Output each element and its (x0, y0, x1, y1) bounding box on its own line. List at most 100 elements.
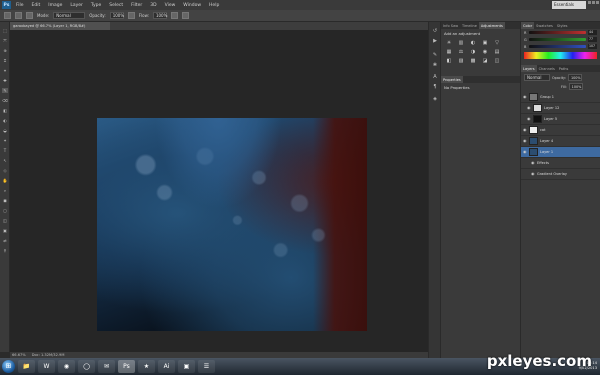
visibility-eye-icon[interactable]: ◉ (531, 161, 535, 165)
actions-icon[interactable]: ▶ (432, 38, 438, 44)
document-tab[interactable]: garoxbayed @ 66.7% (Layer 1, RGB/8#) (10, 22, 110, 30)
hand-tool-icon[interactable]: ✋ (2, 178, 8, 183)
clone-tool-icon[interactable]: ◧ (2, 108, 8, 113)
menu-window[interactable]: Window (183, 3, 201, 8)
blend-mode-select[interactable]: Normal (524, 74, 550, 81)
document-size[interactable]: Doc: 1.32M/32.9M (32, 353, 65, 357)
favorites-taskbar-icon[interactable]: ★ (138, 360, 155, 373)
menu-edit[interactable]: Edit (32, 3, 41, 8)
layer-row[interactable]: ◉ Layer 12 (521, 103, 600, 114)
mode-select[interactable]: Normal (53, 12, 86, 19)
paragraph-icon[interactable]: ¶ (432, 84, 438, 90)
move-tool-icon[interactable]: ⬚ (2, 28, 8, 33)
lasso-tool-icon[interactable]: ⊕ (2, 48, 8, 53)
menu-layer[interactable]: Layer (70, 3, 83, 8)
visibility-eye-icon[interactable]: ◉ (523, 128, 527, 132)
blur-tool-icon[interactable]: ◒ (2, 128, 8, 133)
adjustment-icon[interactable]: ◑ (469, 49, 477, 55)
quick-mask-icon[interactable]: ◫ (2, 218, 8, 223)
adjustment-icon[interactable]: ▨ (457, 58, 465, 64)
airbrush-icon[interactable] (170, 12, 178, 19)
quick-select-tool-icon[interactable]: ⌗ (2, 58, 8, 63)
layer-row[interactable]: ◉ Layer 1 (521, 147, 600, 158)
canvas-area[interactable] (10, 30, 428, 352)
brush-tool-icon[interactable]: ✎ (2, 88, 8, 93)
menu-select[interactable]: Select (109, 3, 123, 8)
history-icon[interactable]: ↺ (432, 28, 438, 34)
shape-tool-icon[interactable]: ◇ (2, 168, 8, 173)
visibility-eye-icon[interactable]: ◉ (523, 139, 527, 143)
tab-properties[interactable]: Properties (441, 76, 463, 83)
layer-row[interactable]: ◉ Gradient Overlay (521, 169, 600, 180)
color-slider-track[interactable] (529, 31, 586, 34)
screen-mode-icon[interactable]: ▣ (2, 228, 8, 233)
character-icon[interactable]: A (432, 74, 438, 80)
menu-type[interactable]: Type (91, 3, 101, 8)
adjustment-icon[interactable]: ◉ (481, 49, 489, 55)
workspace-select[interactable]: Essentials (552, 1, 586, 9)
adjustment-icon[interactable]: ▦ (445, 49, 453, 55)
menu-filter[interactable]: Filter (131, 3, 142, 8)
artwork-canvas[interactable] (97, 118, 367, 331)
tab-color[interactable]: Color (521, 22, 535, 29)
adjustment-icon[interactable]: ◧ (445, 58, 453, 64)
slider-value-field[interactable]: 44 (588, 30, 597, 35)
healing-tool-icon[interactable]: ✦ (2, 138, 8, 143)
media-taskbar-icon[interactable]: ▣ (178, 360, 195, 373)
navigator-icon[interactable]: ◈ (432, 96, 438, 102)
color-spectrum-bar[interactable] (524, 52, 597, 59)
layer-row[interactable]: ◉ cat (521, 125, 600, 136)
fill-field[interactable]: 100% (568, 83, 583, 90)
eraser-tool-icon[interactable]: ⌫ (2, 98, 8, 103)
layer-row[interactable]: ◉ Layer 4 (521, 136, 600, 147)
firefox-taskbar-icon[interactable]: ◯ (78, 360, 95, 373)
brush-panel-icon[interactable]: ✎ (432, 52, 438, 58)
adjustment-icon[interactable]: ▣ (481, 40, 489, 46)
start-button[interactable]: ⊞ (2, 360, 15, 373)
visibility-eye-icon[interactable]: ◉ (523, 150, 527, 154)
slider-value-field[interactable]: 77 (588, 37, 597, 42)
menu-view[interactable]: View (165, 3, 176, 8)
adjustment-icon[interactable]: ☀ (445, 40, 453, 46)
pressure-size-icon[interactable] (181, 12, 189, 19)
close-icon[interactable] (596, 1, 599, 4)
history-brush-icon[interactable]: ⚲ (2, 248, 8, 253)
adjustment-icon[interactable]: ▤ (493, 49, 501, 55)
path-select-tool-icon[interactable]: ↖ (2, 158, 8, 163)
zoom-level[interactable]: 66.67% (12, 353, 26, 357)
tab-timeline[interactable]: Timeline (460, 22, 479, 29)
adjustment-icon[interactable]: ▥ (457, 40, 465, 46)
explorer-taskbar-icon[interactable]: 📁 (18, 360, 35, 373)
menu-help[interactable]: Help (209, 3, 219, 8)
dodge-tool-icon[interactable]: ◐ (2, 118, 8, 123)
tab-channels[interactable]: Channels (537, 65, 557, 72)
visibility-eye-icon[interactable]: ◉ (523, 95, 527, 99)
menu-image[interactable]: Image (48, 3, 62, 8)
layer-row[interactable]: ◉ Effects (521, 158, 600, 169)
adjustment-icon[interactable]: ▽ (493, 40, 501, 46)
swap-colors-icon[interactable]: ⇄ (2, 238, 8, 243)
color-slider-track[interactable] (529, 45, 586, 48)
flow-field[interactable]: 100% (152, 12, 167, 19)
background-color-icon[interactable]: ◻ (2, 208, 8, 213)
layer-row[interactable]: ◉ Layer 5 (521, 114, 600, 125)
photoshop-taskbar-icon[interactable]: Ps (118, 360, 135, 373)
pressure-opacity-icon[interactable] (127, 12, 135, 19)
word-taskbar-icon[interactable]: W (38, 360, 55, 373)
adjustment-icon[interactable]: ▩ (469, 58, 477, 64)
brush-preset-icon[interactable] (4, 12, 11, 19)
opacity-field[interactable]: 100% (109, 12, 124, 19)
tab-paths[interactable]: Paths (557, 65, 571, 72)
minimize-icon[interactable] (588, 1, 591, 4)
tab-layers[interactable]: Layers (521, 65, 537, 72)
adjustment-icon[interactable]: ⚖ (457, 49, 465, 55)
eyedropper-tool-icon[interactable]: ✚ (2, 78, 8, 83)
adjustment-icon[interactable]: ◫ (493, 58, 501, 64)
visibility-eye-icon[interactable]: ◉ (531, 172, 535, 176)
brush-size-icon[interactable] (15, 12, 22, 19)
crop-tool-icon[interactable]: ⌖ (2, 68, 8, 73)
brush-panel-icon[interactable] (26, 12, 33, 19)
maximize-icon[interactable] (592, 1, 595, 4)
visibility-eye-icon[interactable]: ◉ (527, 117, 531, 121)
zoom-tool-icon[interactable]: ⌕ (2, 188, 8, 193)
